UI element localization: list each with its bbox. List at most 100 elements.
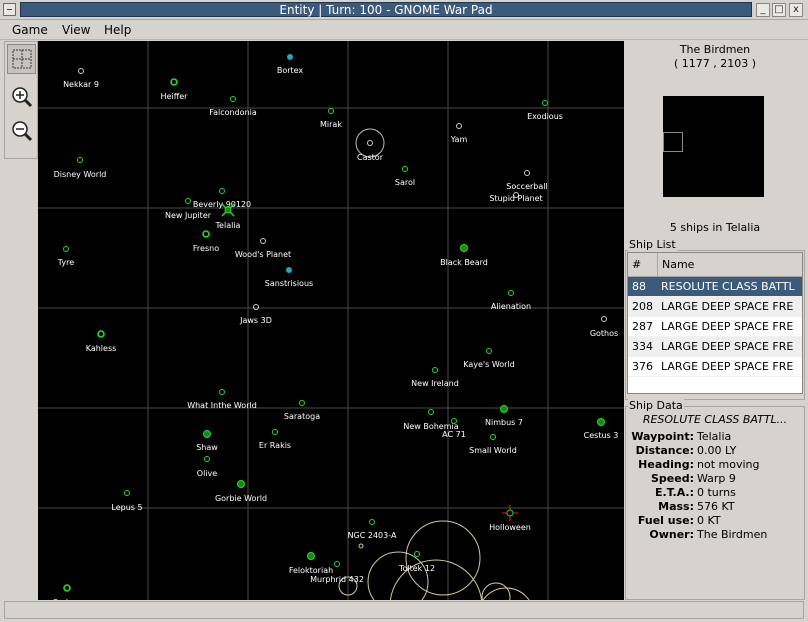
planet-starbase-owned-icon [307, 552, 315, 560]
field-value: Telalia [697, 430, 732, 443]
planet-owned-icon [369, 519, 375, 525]
field-value: The Birdmen [697, 528, 768, 541]
planet-unowned-icon [367, 140, 373, 146]
field-key: Owner: [649, 528, 694, 541]
planet-starbase-icon [286, 267, 292, 273]
planet-label: Sarol [395, 178, 415, 187]
planet-label: Heiffer [161, 92, 189, 101]
planet-label: NGC 2403-A [348, 531, 397, 540]
ship-name: LARGE DEEP SPACE FRE [661, 360, 794, 373]
planet-label: Feloktoriah [289, 566, 333, 575]
window-titlebar: Entity | Turn: 100 - GNOME War Pad _ □ x [0, 0, 808, 20]
ship-data-title: RESOLUTE CLASS BATTL... [642, 413, 788, 426]
star-map-canvas[interactable]: Nekkar 9 Heiffer Bortex Falcondonia Mirak Exo… [38, 41, 624, 600]
planet-label: Stupid Planet [489, 194, 542, 203]
star-map[interactable]: Nekkar 9 Heiffer Bortex Falcondonia Mirak Exo… [38, 41, 624, 600]
ship-name: LARGE DEEP SPACE FRE [661, 320, 794, 333]
planet-owned-icon [506, 509, 514, 517]
planet-label: Nimbus 7 [485, 418, 523, 427]
planet-label: Sanstrisious [265, 279, 313, 288]
window-menu-icon[interactable] [3, 3, 16, 16]
planet-label: Exodious [527, 112, 563, 121]
menubar: Game View Help [0, 20, 808, 40]
maximize-button[interactable]: □ [772, 3, 786, 17]
ship-id: 334 [632, 340, 653, 353]
planet-label: Castor [357, 153, 384, 162]
planet-label: AC 71 [442, 430, 466, 439]
planet-owned-icon [334, 561, 340, 567]
ship-data-field: Distance: 0.00 LY [625, 444, 805, 458]
planet-owned-icon [414, 551, 420, 557]
ship-list-row[interactable]: 208 LARGE DEEP SPACE FRE [628, 297, 802, 317]
zoom-out-button[interactable] [7, 116, 36, 146]
side-panel: The Birdmen ( 1177 , 2103 ) 5 ships in T… [625, 41, 808, 600]
planet-label: Murphrid 432 [310, 575, 364, 584]
ship-list-row[interactable]: 287 LARGE DEEP SPACE FRE [628, 317, 802, 337]
window-title: Entity | Turn: 100 - GNOME War Pad [20, 2, 752, 17]
planet-unowned-icon [78, 68, 84, 74]
ship-id: 287 [632, 320, 653, 333]
planet-label: Alienation [491, 302, 531, 311]
planet-starbase-owned-icon [203, 430, 211, 438]
close-button[interactable]: x [789, 3, 803, 17]
field-key: Fuel use: [637, 514, 694, 527]
field-value: 0 KT [697, 514, 721, 527]
field-key: Distance: [635, 444, 694, 457]
planet-label: Toltek 12 [398, 564, 435, 573]
ship-id: 208 [632, 300, 653, 313]
ship-list-table[interactable]: # Name 88 RESOLUTE CLASS BATTL 208 LARGE DE… [627, 252, 803, 394]
ion-storm-circle [481, 582, 511, 600]
planet-label: Fresno [193, 244, 219, 253]
ship-list-row[interactable]: 334 LARGE DEEP SPACE FRE [628, 337, 802, 357]
planet-label: Bortex [277, 66, 304, 75]
ship-list-header: # Name [628, 253, 802, 277]
menu-help[interactable]: Help [104, 23, 131, 37]
status-bar [4, 601, 804, 619]
planet-label: Telalia [215, 221, 241, 230]
planet-label: Er Rakis [259, 441, 291, 450]
ship-list-row[interactable]: 376 LARGE DEEP SPACE FRE [628, 357, 802, 377]
map-toolbar [4, 41, 38, 159]
ship-name: LARGE DEEP SPACE FRE [661, 300, 794, 313]
planet-label: Olive [197, 469, 217, 478]
planet-label: Cestus 3 [584, 431, 619, 440]
field-key: Speed: [651, 472, 694, 485]
planet-label: Yam [450, 135, 468, 144]
planet-owned-icon [272, 429, 278, 435]
field-value: not moving [697, 458, 760, 471]
ion-storm-circle [358, 543, 364, 549]
planet-owned-icon [204, 456, 210, 462]
home-planet-icon [224, 206, 232, 214]
planet-starbase-icon [287, 54, 293, 60]
planet-owned-icon [402, 166, 408, 172]
planet-owned-icon [428, 409, 434, 415]
planet-owned-icon [219, 188, 225, 194]
planet-label: Nekkar 9 [63, 80, 99, 89]
planet-starbase-owned-icon [500, 405, 508, 413]
planet-unowned-icon [601, 316, 607, 322]
planet-owned-icon [77, 157, 83, 163]
ship-data-field: Fuel use: 0 KT [625, 514, 805, 528]
ion-storm-circle [367, 551, 429, 600]
planet-owned-icon [328, 108, 334, 114]
col-header-name[interactable]: Name [658, 253, 802, 276]
minimize-button[interactable]: _ [756, 3, 770, 17]
zoom-in-button[interactable] [7, 82, 36, 112]
planet-owned-icon [63, 246, 69, 252]
planet-owned-icon [432, 367, 438, 373]
planet-unowned-icon [253, 304, 259, 310]
planet-label: Gorbie World [215, 494, 267, 503]
menu-game[interactable]: Game [12, 23, 48, 37]
planet-label: Gothos [590, 329, 618, 338]
select-tool-button[interactable] [7, 44, 36, 74]
ship-data-field: Speed: Warp 9 [625, 472, 805, 486]
ship-list-row[interactable]: 88 RESOLUTE CLASS BATTL [628, 277, 802, 297]
planet-label: New Ireland [411, 379, 459, 388]
planet-owned-icon [230, 96, 236, 102]
col-header-id[interactable]: # [628, 253, 658, 276]
zoom-out-icon [11, 121, 32, 142]
preview-viewport-box [663, 132, 683, 152]
field-value: Warp 9 [697, 472, 736, 485]
planet-owned-icon [170, 78, 178, 86]
menu-view[interactable]: View [62, 23, 90, 37]
